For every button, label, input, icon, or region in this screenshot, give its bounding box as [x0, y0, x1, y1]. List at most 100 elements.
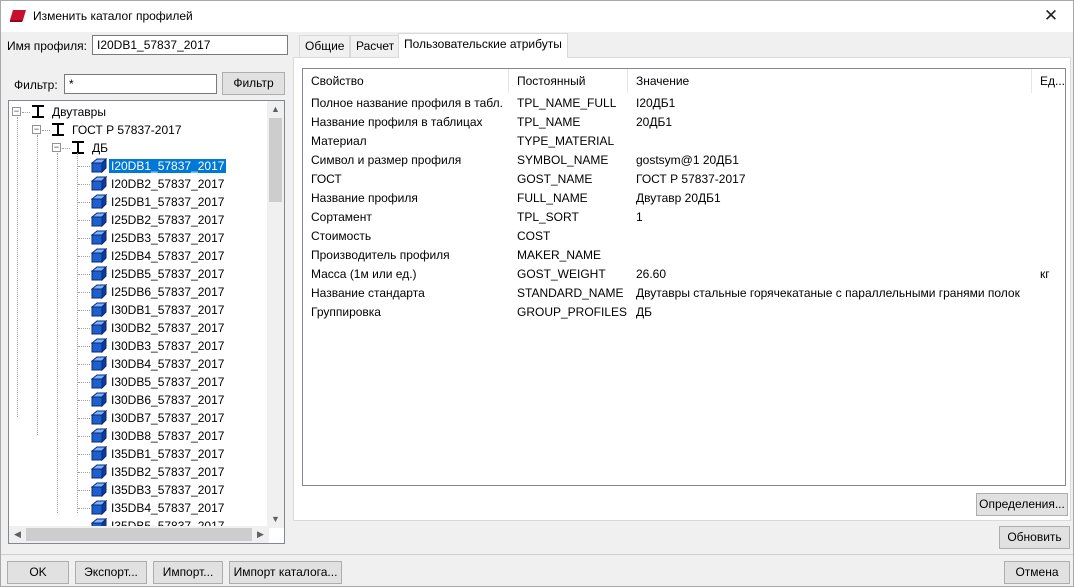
tree-item[interactable]: I30DB6_57837_2017	[109, 391, 226, 409]
cell-value[interactable]	[628, 227, 1032, 246]
cell-value[interactable]: Двутавры стальные горячекатаные с паралл…	[628, 284, 1032, 303]
tree-item[interactable]: I30DB4_57837_2017	[109, 355, 226, 373]
cell-property[interactable]: Стоимость	[303, 227, 509, 246]
cell-constant[interactable]: MAKER_NAME	[509, 246, 628, 265]
tab-user-attributes[interactable]: Пользовательские атрибуты	[398, 33, 568, 58]
cell-unit[interactable]	[1032, 208, 1065, 227]
cell-constant[interactable]: STANDARD_NAME	[509, 284, 628, 303]
cell-property[interactable]: Название стандарта	[303, 284, 509, 303]
cell-unit[interactable]: кг	[1032, 265, 1065, 284]
cell-value[interactable]: 26.60	[628, 265, 1032, 284]
tree-item[interactable]: I35DB2_57837_2017	[109, 463, 226, 481]
cell-value[interactable]	[628, 246, 1032, 265]
scroll-thumb-horizontal[interactable]	[26, 528, 252, 541]
cell-constant[interactable]: GOST_NAME	[509, 170, 628, 189]
cell-value[interactable]: 1	[628, 208, 1032, 227]
cancel-button[interactable]: Отмена	[1004, 561, 1070, 584]
cell-value[interactable]: Двутавр 20ДБ1	[628, 189, 1032, 208]
close-button[interactable]: ✕	[1029, 1, 1073, 32]
import-catalog-button[interactable]: Импорт каталога...	[229, 561, 342, 584]
collapse-icon[interactable]: −	[52, 143, 61, 152]
tab-general[interactable]: Общие	[299, 35, 351, 57]
table-row[interactable]: Название стандарта STANDARD_NAME Двутавры …	[303, 284, 1065, 303]
tree-item[interactable]: I30DB1_57837_2017	[109, 301, 226, 319]
cell-property[interactable]: ГОСТ	[303, 170, 509, 189]
cell-property[interactable]: Полное название профиля в табл.	[303, 94, 509, 113]
filter-button[interactable]: Фильтр	[222, 72, 285, 95]
cell-property[interactable]: Масса (1м или ед.)	[303, 265, 509, 284]
tree-item[interactable]: I30DB8_57837_2017	[109, 427, 226, 445]
tree-item[interactable]: I20DB2_57837_2017	[109, 175, 226, 193]
cell-property[interactable]: Сортамент	[303, 208, 509, 227]
cell-unit[interactable]	[1032, 94, 1065, 113]
cell-value[interactable]: I20ДБ1	[628, 94, 1032, 113]
cell-constant[interactable]: TPL_NAME	[509, 113, 628, 132]
table-row[interactable]: Название профиля в таблицах TPL_NAME 20ДБ1	[303, 113, 1065, 132]
cell-property[interactable]: Производитель профиля	[303, 246, 509, 265]
scroll-up-icon[interactable]: ▲	[267, 101, 284, 118]
collapse-icon[interactable]: −	[32, 125, 41, 134]
table-row[interactable]: Полное название профиля в табл. TPL_NAME_…	[303, 94, 1065, 113]
cell-unit[interactable]	[1032, 113, 1065, 132]
table-row[interactable]: Символ и размер профиля SYMBOL_NAME gostsy…	[303, 151, 1065, 170]
cell-value[interactable]: ГОСТ Р 57837-2017	[628, 170, 1032, 189]
tree-item[interactable]: I25DB6_57837_2017	[109, 283, 226, 301]
tree-horizontal-scrollbar[interactable]: ◀ ▶	[9, 526, 269, 543]
cell-unit[interactable]	[1032, 284, 1065, 303]
tree-item[interactable]: I25DB1_57837_2017	[109, 193, 226, 211]
header-unit[interactable]: Ед...	[1032, 69, 1065, 93]
tree-item[interactable]: I30DB2_57837_2017	[109, 319, 226, 337]
definitions-button[interactable]: Определения...	[976, 493, 1068, 516]
tree-item[interactable]: I25DB5_57837_2017	[109, 265, 226, 283]
cell-constant[interactable]: TYPE_MATERIAL	[509, 132, 628, 151]
tree-node-gost[interactable]: ГОСТ Р 57837-2017	[70, 121, 184, 139]
cell-value[interactable]	[628, 132, 1032, 151]
table-row[interactable]: Масса (1м или ед.) GOST_WEIGHT 26.60 кг	[303, 265, 1065, 284]
table-row[interactable]: ГОСТ GOST_NAME ГОСТ Р 57837-2017	[303, 170, 1065, 189]
cell-constant[interactable]: COST	[509, 227, 628, 246]
cell-property[interactable]: Материал	[303, 132, 509, 151]
cell-constant[interactable]: TPL_SORT	[509, 208, 628, 227]
cell-constant[interactable]: GROUP_PROFILES	[509, 303, 628, 322]
cell-unit[interactable]	[1032, 227, 1065, 246]
filter-input[interactable]: *	[64, 74, 217, 94]
tree-vertical-scrollbar[interactable]: ▲ ▼	[267, 101, 284, 528]
cell-unit[interactable]	[1032, 189, 1065, 208]
cell-unit[interactable]	[1032, 246, 1065, 265]
tree-item[interactable]: I35DB1_57837_2017	[109, 445, 226, 463]
cell-property[interactable]: Название профиля в таблицах	[303, 113, 509, 132]
header-value[interactable]: Значение	[628, 69, 1032, 93]
cell-constant[interactable]: GOST_WEIGHT	[509, 265, 628, 284]
cell-unit[interactable]	[1032, 170, 1065, 189]
table-row[interactable]: Название профиля FULL_NAME Двутавр 20ДБ1	[303, 189, 1065, 208]
cell-constant[interactable]: FULL_NAME	[509, 189, 628, 208]
profile-name-field[interactable]: I20DB1_57837_2017	[92, 35, 288, 55]
table-row[interactable]: Стоимость COST	[303, 227, 1065, 246]
cell-unit[interactable]	[1032, 132, 1065, 151]
import-button[interactable]: Импорт...	[153, 561, 223, 584]
table-row[interactable]: Группировка GROUP_PROFILES ДБ	[303, 303, 1065, 322]
table-row[interactable]: Производитель профиля MAKER_NAME	[303, 246, 1065, 265]
tree-item[interactable]: I35DB4_57837_2017	[109, 499, 226, 517]
cell-unit[interactable]	[1032, 151, 1065, 170]
tree-item[interactable]: I20DB1_57837_2017	[109, 157, 227, 175]
tree-item[interactable]: I25DB3_57837_2017	[109, 229, 226, 247]
table-row[interactable]: Сортамент TPL_SORT 1	[303, 208, 1065, 227]
header-property[interactable]: Свойство	[303, 69, 509, 93]
scroll-thumb[interactable]	[269, 118, 282, 202]
tree-node-dvutavry[interactable]: Двутавры	[50, 103, 108, 121]
scroll-right-icon[interactable]: ▶	[252, 526, 269, 543]
cell-constant[interactable]: TPL_NAME_FULL	[509, 94, 628, 113]
tree-node-db[interactable]: ДБ	[90, 139, 110, 157]
scroll-down-icon[interactable]: ▼	[267, 511, 284, 528]
cell-value[interactable]: 20ДБ1	[628, 113, 1032, 132]
tree-item[interactable]: I35DB3_57837_2017	[109, 481, 226, 499]
table-row[interactable]: Материал TYPE_MATERIAL	[303, 132, 1065, 151]
cell-value[interactable]: ДБ	[628, 303, 1032, 322]
cell-constant[interactable]: SYMBOL_NAME	[509, 151, 628, 170]
cell-value[interactable]: gostsym@1 20ДБ1	[628, 151, 1032, 170]
tree-item[interactable]: I25DB2_57837_2017	[109, 211, 226, 229]
tree-item[interactable]: I30DB7_57837_2017	[109, 409, 226, 427]
export-button[interactable]: Экспорт...	[75, 561, 147, 584]
cell-property[interactable]: Символ и размер профиля	[303, 151, 509, 170]
